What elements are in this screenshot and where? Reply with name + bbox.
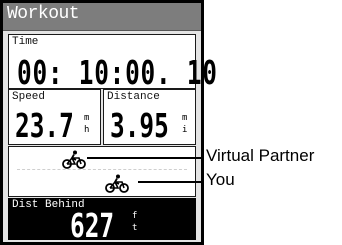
- virtual-partner-callout-label: Virtual Partner: [206, 146, 315, 165]
- distance-label: Distance: [107, 91, 160, 103]
- distance-unit-top: m: [182, 113, 188, 123]
- dist-behind-unit-top: f: [132, 211, 138, 221]
- speed-field[interactable]: Speed 23.7 m h: [8, 89, 101, 145]
- distance-unit-bottom: i: [182, 125, 188, 135]
- virtual-partner-bicycle-icon: [62, 150, 86, 169]
- dist-behind-field[interactable]: Dist Behind 627 f t: [8, 198, 196, 245]
- dist-behind-unit-bottom: t: [132, 223, 138, 233]
- gps-device-screen: Workout Time 00: 10:00. 10 Speed 23.7 m …: [0, 0, 217, 245]
- time-field[interactable]: Time 00: 10:00. 10: [8, 34, 217, 92]
- time-label: Time: [12, 36, 39, 48]
- distance-field[interactable]: Distance 3.95 m i: [103, 89, 196, 145]
- you-callout-line: [138, 181, 203, 183]
- speed-unit-top: m: [84, 113, 90, 123]
- you-bicycle-icon: [105, 174, 129, 193]
- track-line: [17, 169, 187, 170]
- time-value: 00: 10:00. 10: [17, 53, 218, 92]
- virtual-partner-graphic: [8, 146, 196, 197]
- virtual-partner-callout-line: [87, 157, 203, 159]
- speed-unit-bottom: h: [84, 125, 90, 135]
- page-title-bar: Workout: [3, 3, 201, 31]
- data-fields-area: Time 00: 10:00. 10 Speed 23.7 m h Distan…: [3, 31, 217, 245]
- you-callout-label: You: [206, 170, 235, 189]
- speed-label: Speed: [12, 91, 46, 103]
- speed-value: 23.7: [15, 106, 74, 145]
- dist-behind-value: 627: [70, 206, 115, 245]
- distance-value: 3.95: [110, 106, 169, 145]
- page-title: Workout: [7, 4, 80, 24]
